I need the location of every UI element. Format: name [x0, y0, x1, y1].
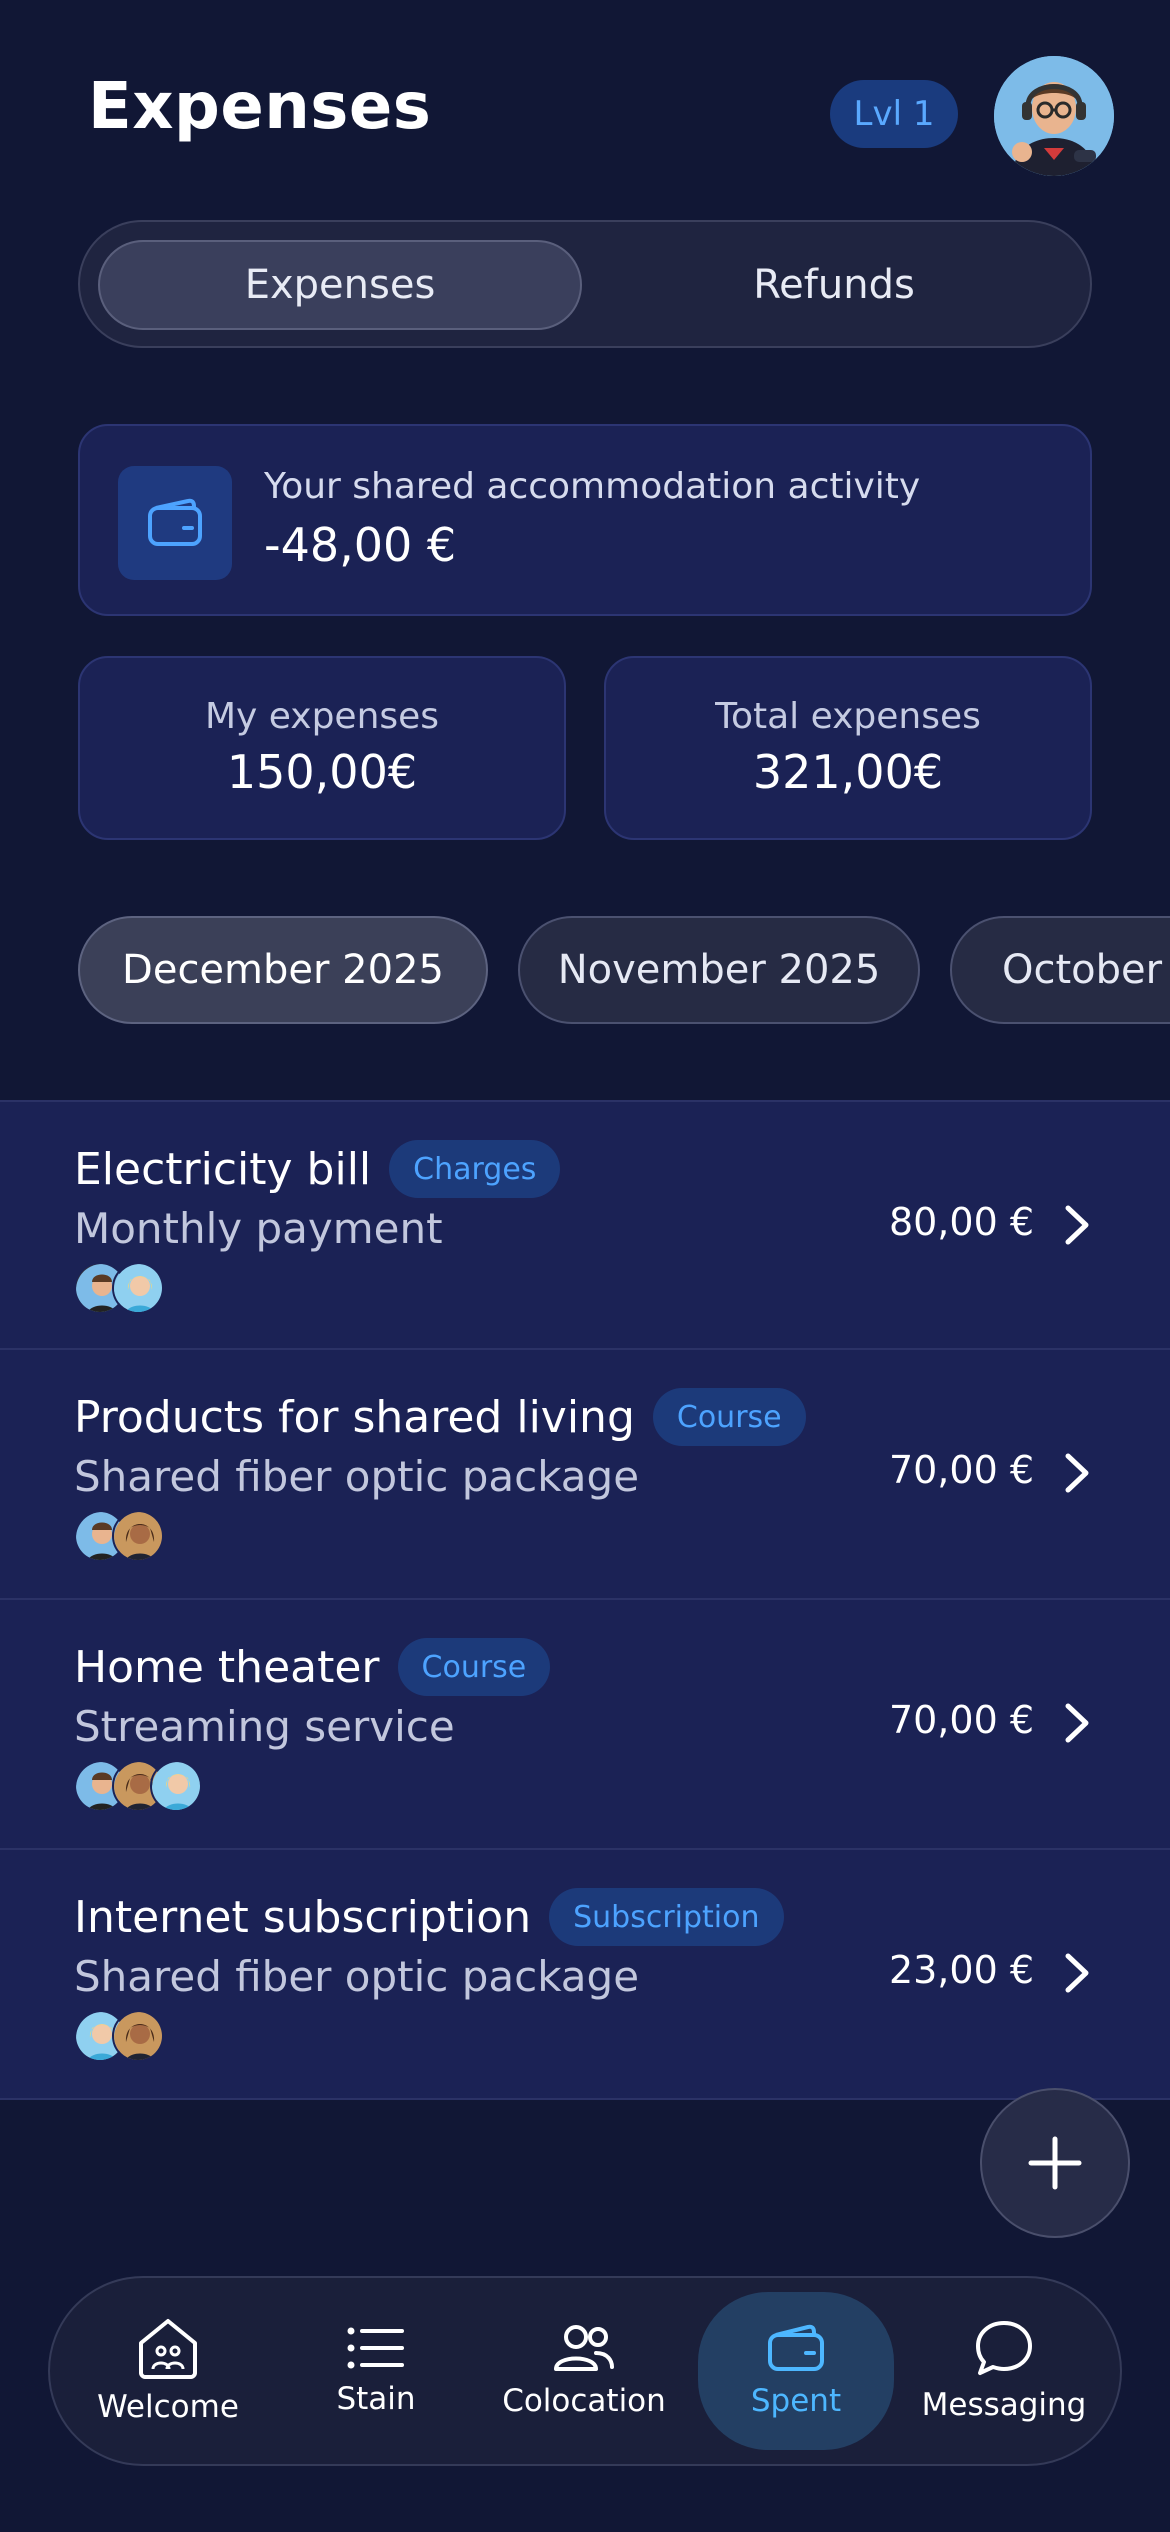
plus-icon: [1028, 2136, 1082, 2190]
row-header: Internet subscription Subscription: [74, 1888, 784, 1946]
category-tag: Course: [397, 1638, 551, 1696]
participant-avatar: [112, 1262, 164, 1314]
expense-list: Electricity bill Charges Monthly payment…: [0, 1100, 1170, 2100]
expense-amount: 70,00 €: [888, 1698, 1034, 1742]
my-expenses-label: My expenses: [204, 696, 440, 737]
participant-avatar: [150, 1760, 202, 1812]
month-filter: December 2025 November 2025 October: [0, 914, 1170, 1026]
expense-title: Products for shared living: [74, 1391, 635, 1443]
nav-stain[interactable]: Stain: [278, 2292, 474, 2450]
category-tag: Charges: [389, 1140, 561, 1198]
activity-amount: -48,00 €: [264, 518, 457, 572]
expenses-refunds-toggle: Expenses Refunds: [78, 220, 1092, 348]
expense-row-electricity[interactable]: Electricity bill Charges Monthly payment…: [0, 1100, 1170, 1350]
category-tag: Subscription: [549, 1888, 784, 1946]
participant-avatar: [112, 1510, 164, 1562]
expense-title: Home theater: [74, 1641, 380, 1693]
nav-colocation[interactable]: Colocation: [486, 2292, 682, 2450]
chevron-right-icon[interactable]: [1060, 1950, 1096, 1996]
row-header: Products for shared living Course: [74, 1388, 806, 1446]
expense-row-products[interactable]: Products for shared living Course Shared…: [0, 1350, 1170, 1600]
participants: [74, 1760, 202, 1812]
chevron-right-icon[interactable]: [1060, 1450, 1096, 1496]
row-header: Home theater Course: [74, 1638, 551, 1696]
nav-label: Stain: [336, 2381, 416, 2417]
wallet-icon: [768, 2324, 824, 2371]
avatar-illustration: [994, 56, 1114, 176]
chevron-right-icon[interactable]: [1060, 1202, 1096, 1248]
expense-row-internet[interactable]: Internet subscription Subscription Share…: [0, 1850, 1170, 2100]
nav-label: Messaging: [921, 2387, 1087, 2423]
participants: [74, 1510, 164, 1562]
my-expenses-card: My expenses 150,00€: [78, 656, 566, 840]
total-expenses-card: Total expenses 321,00€: [604, 656, 1092, 840]
nav-label: Colocation: [502, 2383, 666, 2419]
tab-refunds[interactable]: Refunds: [592, 240, 1076, 330]
home-icon: [139, 2319, 197, 2379]
bottom-navigation: Welcome Stain Colocation Spent Messaging: [48, 2276, 1122, 2466]
activity-label: Your shared accommodation activity: [264, 466, 921, 507]
month-pill-december-2025[interactable]: December 2025: [78, 916, 488, 1024]
category-tag: Course: [652, 1388, 806, 1446]
page-title: Expenses: [88, 70, 432, 144]
expense-amount: 80,00 €: [888, 1200, 1034, 1244]
month-pill-november-2025[interactable]: November 2025: [518, 916, 920, 1024]
my-expenses-value: 150,00€: [226, 745, 418, 799]
expense-subtitle: Monthly payment: [74, 1204, 443, 1253]
total-expenses-value: 321,00€: [752, 745, 944, 799]
nav-label: Spent: [750, 2383, 842, 2419]
nav-label: Welcome: [97, 2389, 239, 2425]
month-pill-october[interactable]: October: [950, 916, 1170, 1024]
expense-subtitle: Shared fiber optic package: [74, 1952, 640, 2001]
expense-amount: 23,00 €: [888, 1948, 1034, 1992]
users-icon: [554, 2325, 614, 2371]
expense-subtitle: Streaming service: [74, 1702, 455, 1751]
tab-expenses[interactable]: Expenses: [98, 240, 582, 330]
expense-amount: 70,00 €: [888, 1448, 1034, 1492]
row-header: Electricity bill Charges: [74, 1140, 561, 1198]
list-icon: [347, 2327, 404, 2369]
wallet-icon: [118, 466, 232, 580]
expense-title: Electricity bill: [74, 1143, 372, 1195]
total-expenses-label: Total expenses: [715, 696, 981, 737]
level-badge[interactable]: Lvl 1: [830, 80, 958, 148]
activity-card[interactable]: Your shared accommodation activity -48,0…: [78, 424, 1092, 616]
nav-spent[interactable]: Spent: [698, 2292, 894, 2450]
participants: [74, 1262, 164, 1314]
nav-messaging[interactable]: Messaging: [906, 2292, 1102, 2450]
expenses-screen: Expenses Lvl 1 Expenses Refunds Your sha…: [0, 0, 1170, 2532]
chat-icon: [976, 2321, 1032, 2375]
participants: [74, 2010, 164, 2062]
expense-subtitle: Shared fiber optic package: [74, 1452, 640, 1501]
expense-row-home-theater[interactable]: Home theater Course Streaming service 70…: [0, 1600, 1170, 1850]
nav-welcome[interactable]: Welcome: [70, 2292, 266, 2450]
add-expense-button[interactable]: [980, 2088, 1130, 2238]
participant-avatar: [112, 2010, 164, 2062]
chevron-right-icon[interactable]: [1060, 1700, 1096, 1746]
expense-title: Internet subscription: [74, 1891, 532, 1943]
user-avatar[interactable]: [994, 56, 1114, 176]
